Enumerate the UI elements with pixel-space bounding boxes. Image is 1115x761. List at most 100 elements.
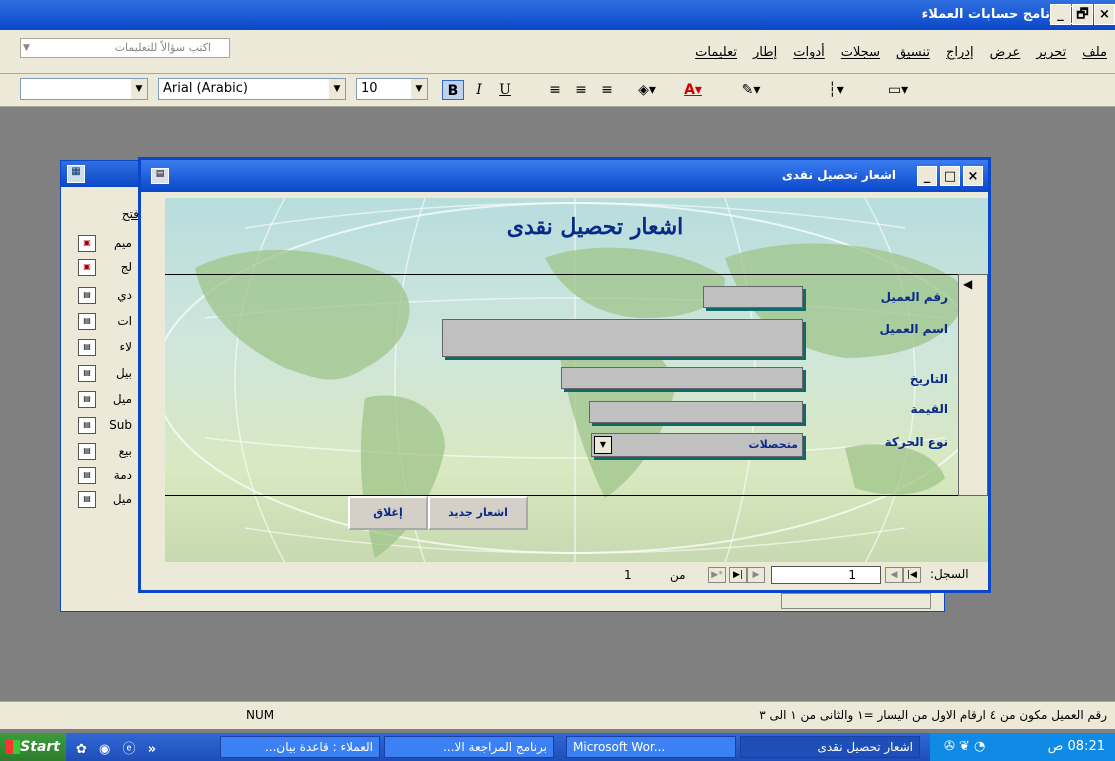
tray-icons[interactable]: ✇ ❦ ◔	[944, 733, 985, 761]
db-object-item[interactable]: ▤ بيل	[78, 362, 138, 386]
form-minimize-button[interactable]: _	[917, 166, 937, 186]
record-selector[interactable]: ◀	[958, 274, 988, 496]
record-total: 1	[624, 568, 632, 582]
app-minimize-button[interactable]: _	[1050, 4, 1071, 25]
font-size-combo[interactable]: 10 ▼	[356, 78, 428, 100]
help-question-box[interactable]: اكتب سؤالاً للتعليمات ▼	[20, 38, 230, 58]
menu-view[interactable]: عرض	[990, 45, 1021, 60]
menu-records[interactable]: سجلات	[841, 45, 880, 60]
record-number-input[interactable]: 1	[771, 566, 881, 584]
menu-items: ملف تحرير عرض إدراج تنسيق سجلات أدوات إط…	[695, 45, 1107, 60]
font-size-value: 10	[361, 81, 378, 96]
report-icon: ▣	[78, 235, 96, 252]
media-icon[interactable]: ◉	[99, 742, 110, 757]
form-icon: ▤	[78, 313, 96, 330]
value-field[interactable]	[589, 401, 803, 423]
menu-edit[interactable]: تحرير	[1036, 45, 1066, 60]
chevron-down-icon: ▼	[329, 79, 345, 99]
db-object-label: ميل	[112, 492, 132, 506]
report-icon: ▣	[78, 259, 96, 276]
form-icon: ▤	[78, 339, 96, 356]
chevron-down-icon[interactable]: ▼	[594, 436, 612, 454]
db-window-scroll-area	[781, 593, 931, 609]
previous-record-icon[interactable]: ◀	[885, 567, 903, 583]
chevron-down-icon: ▼	[23, 43, 30, 53]
fill-color-icon[interactable]: ◈▾	[630, 80, 664, 100]
date-label: التاريخ	[909, 372, 948, 386]
new-record-icon[interactable]: ▶*	[708, 567, 726, 583]
align-right-icon[interactable]: ≡	[596, 80, 618, 100]
form-icon: ▤	[78, 391, 96, 408]
first-record-icon[interactable]: |◀	[903, 567, 921, 583]
menu-insert[interactable]: إدراج	[946, 45, 974, 60]
menu-format[interactable]: تنسيق	[896, 45, 930, 60]
menu-file[interactable]: ملف	[1082, 45, 1107, 60]
taskbar-item-form[interactable]: اشعار تحصيل نقدى	[740, 736, 920, 758]
form-icon: ▤	[151, 168, 169, 184]
align-left-icon[interactable]: ≡	[544, 80, 566, 100]
customer-no-label: رقم العميل	[880, 290, 948, 304]
object-combo[interactable]: ▼	[20, 78, 148, 100]
font-color-icon[interactable]: A▾	[676, 80, 710, 100]
db-object-item[interactable]: ▣ لج	[78, 256, 138, 280]
form-icon: ▤	[78, 365, 96, 382]
help-placeholder: اكتب سؤالاً للتعليمات	[114, 41, 211, 54]
customer-name-label: اسم العميل	[879, 322, 948, 336]
start-button[interactable]: Start	[0, 733, 66, 761]
form-close-button[interactable]: ×	[963, 166, 983, 186]
taskbar-item-word[interactable]: Microsoft Wor...	[566, 736, 736, 758]
next-record-icon[interactable]: ▶	[747, 567, 765, 583]
db-open-button[interactable]: فتح	[69, 207, 139, 225]
ie-icon[interactable]: ⓔ	[123, 742, 136, 757]
menu-tools[interactable]: أدوات	[793, 45, 825, 60]
last-record-icon[interactable]: ▶|	[729, 567, 747, 583]
db-object-label: ميم	[113, 236, 132, 250]
movement-type-value: متحصلات	[748, 438, 798, 451]
db-object-item[interactable]: ▤ ات	[78, 310, 138, 334]
db-object-item[interactable]: ▤ دمة	[78, 464, 138, 488]
db-object-label: بيل	[115, 366, 132, 380]
special-effect-icon[interactable]: ▭▾	[876, 80, 920, 100]
close-form-button[interactable]: إغلاق	[348, 496, 428, 530]
msn-icon[interactable]: ✿	[76, 742, 87, 757]
form-maximize-button[interactable]: □	[940, 166, 960, 186]
customer-name-field[interactable]	[442, 319, 803, 357]
chevron-more-icon[interactable]: »	[148, 742, 156, 757]
underline-button[interactable]: U	[494, 80, 516, 100]
record-label: السجل:	[930, 567, 969, 581]
line-color-icon[interactable]: ✎▾	[734, 80, 768, 100]
date-field[interactable]	[561, 367, 803, 389]
form-title-bar: ▤ اشعار تحصيل نقدى	[141, 160, 988, 192]
db-object-label: ات	[117, 314, 132, 328]
menu-help[interactable]: تعليمات	[695, 45, 737, 60]
db-object-label: بيع	[118, 444, 132, 458]
clock: 08:21 ص	[1047, 739, 1105, 754]
font-name-combo[interactable]: Arial (Arabic) ▼	[158, 78, 346, 100]
bold-button[interactable]: B	[442, 80, 464, 100]
db-object-item[interactable]: ▤ ميل	[78, 488, 138, 512]
db-object-item[interactable]: ▣ ميم	[78, 232, 138, 256]
start-label: Start	[20, 739, 60, 755]
taskbar-item-database[interactable]: العملاء : قاعدة بيان...	[220, 736, 380, 758]
db-object-label: لاء	[119, 340, 133, 354]
app-close-button[interactable]: ×	[1094, 4, 1115, 25]
db-object-item[interactable]: ▤ دي	[78, 284, 138, 308]
value-label: القيمة	[910, 402, 948, 416]
db-object-item[interactable]: ▤ بيع	[78, 440, 138, 464]
align-center-icon[interactable]: ≡	[570, 80, 592, 100]
menu-window[interactable]: إطار	[753, 45, 777, 60]
db-object-item[interactable]: ▤ ميل	[78, 388, 138, 412]
movement-type-combo[interactable]: متحصلات ▼	[591, 433, 803, 457]
border-width-icon[interactable]: ┆▾	[816, 80, 856, 100]
db-object-label: لج	[120, 260, 132, 274]
form-icon: ▤	[78, 417, 96, 434]
db-object-item[interactable]: ▤ Sub	[78, 414, 138, 438]
db-object-item[interactable]: ▤ لاء	[78, 336, 138, 360]
new-notice-button[interactable]: اشعار جديد	[428, 496, 528, 530]
app-title-bar: برنامج حسابات العملاء	[0, 0, 1115, 30]
current-record-arrow-icon: ◀	[963, 277, 973, 291]
italic-button[interactable]: I	[468, 80, 490, 100]
taskbar-item-review[interactable]: برنامج المراجعة الا...	[384, 736, 554, 758]
customer-no-field[interactable]	[703, 286, 803, 308]
app-restore-button[interactable]: 🗗	[1072, 4, 1093, 25]
